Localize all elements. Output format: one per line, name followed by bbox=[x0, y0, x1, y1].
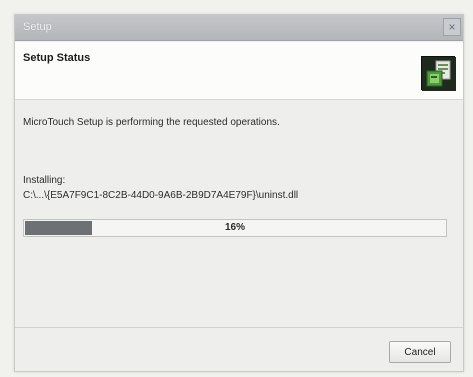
page-title: Setup Status bbox=[23, 52, 91, 64]
setup-window: Setup × Setup Status MicroTouch Setup is… bbox=[14, 14, 464, 372]
content-area: MicroTouch Setup is performing the reque… bbox=[15, 101, 463, 371]
close-button[interactable]: × bbox=[443, 18, 461, 36]
installing-label: Installing: bbox=[23, 175, 66, 186]
cancel-button[interactable]: Cancel bbox=[389, 341, 451, 363]
installing-file-path: C:\...\{E5A7F9C1-8C2B-44D0-9A6B-2B9D7A4E… bbox=[23, 190, 299, 201]
window-title: Setup bbox=[23, 21, 52, 33]
status-message: MicroTouch Setup is performing the reque… bbox=[23, 117, 280, 128]
progress-percent: 16% bbox=[224, 222, 245, 233]
header-panel: Setup Status bbox=[15, 42, 463, 100]
title-bar: Setup × bbox=[15, 15, 463, 41]
setup-logo-icon bbox=[421, 56, 456, 91]
progress-bar: 16% bbox=[23, 219, 447, 237]
footer-divider bbox=[15, 327, 463, 328]
